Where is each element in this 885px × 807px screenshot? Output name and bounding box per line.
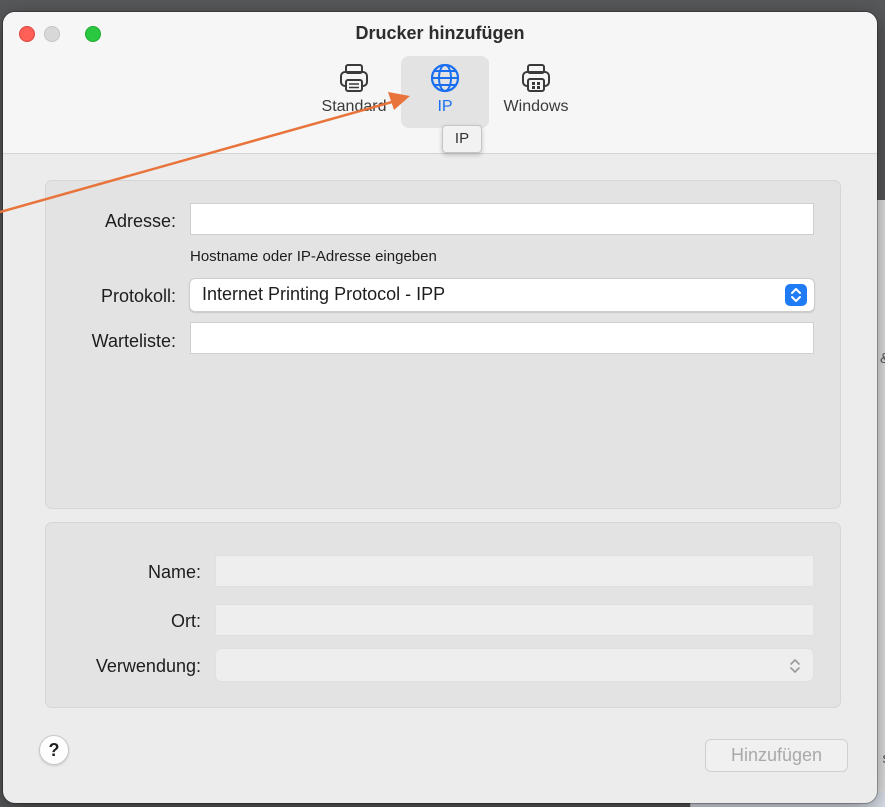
add-printer-dialog: Drucker hinzufügen Standard IP Windows I…	[3, 12, 877, 803]
tab-standard[interactable]: Standard	[310, 56, 398, 128]
address-label: Adresse:	[104, 211, 176, 231]
toolbar: Drucker hinzufügen Standard IP Windows I…	[3, 12, 877, 154]
address-hint: Hostname oder IP-Adresse eingeben	[190, 248, 437, 265]
window-title: Drucker hinzufügen	[355, 23, 525, 43]
queue-input[interactable]	[190, 322, 814, 354]
use-label: Verwendung:	[95, 656, 201, 676]
printer-icon	[340, 64, 368, 92]
windows-printer-icon	[522, 64, 550, 92]
tab-ip-label: IP	[437, 98, 453, 115]
globe-icon	[430, 63, 460, 93]
add-button[interactable]: Hinzufügen	[705, 739, 848, 772]
tab-ip[interactable]: IP	[401, 56, 489, 128]
address-input[interactable]	[190, 203, 814, 235]
ip-settings-panel: Adresse: Hostname oder IP-Adresse eingeb…	[45, 180, 841, 509]
tab-windows[interactable]: Windows	[492, 56, 580, 128]
tooltip: IP	[442, 125, 482, 153]
use-select[interactable]	[215, 648, 814, 682]
printer-details-panel: Name: Ort: Verwendung:	[45, 522, 841, 708]
name-input[interactable]	[215, 555, 814, 587]
help-button[interactable]: ?	[39, 735, 69, 765]
select-stepper-icon	[785, 655, 805, 677]
name-label: Name:	[147, 562, 201, 582]
protocol-select[interactable]: Internet Printing Protocol - IPP	[189, 278, 815, 312]
location-label: Ort:	[171, 611, 201, 631]
protocol-value: Internet Printing Protocol - IPP	[202, 284, 446, 304]
background-text: &	[880, 350, 885, 367]
queue-label: Warteliste:	[91, 331, 176, 351]
protocol-label: Protokoll:	[100, 286, 176, 306]
location-input[interactable]	[215, 604, 814, 636]
tab-standard-label: Standard	[321, 98, 387, 115]
select-stepper-icon	[785, 284, 807, 306]
tab-windows-label: Windows	[503, 98, 569, 115]
